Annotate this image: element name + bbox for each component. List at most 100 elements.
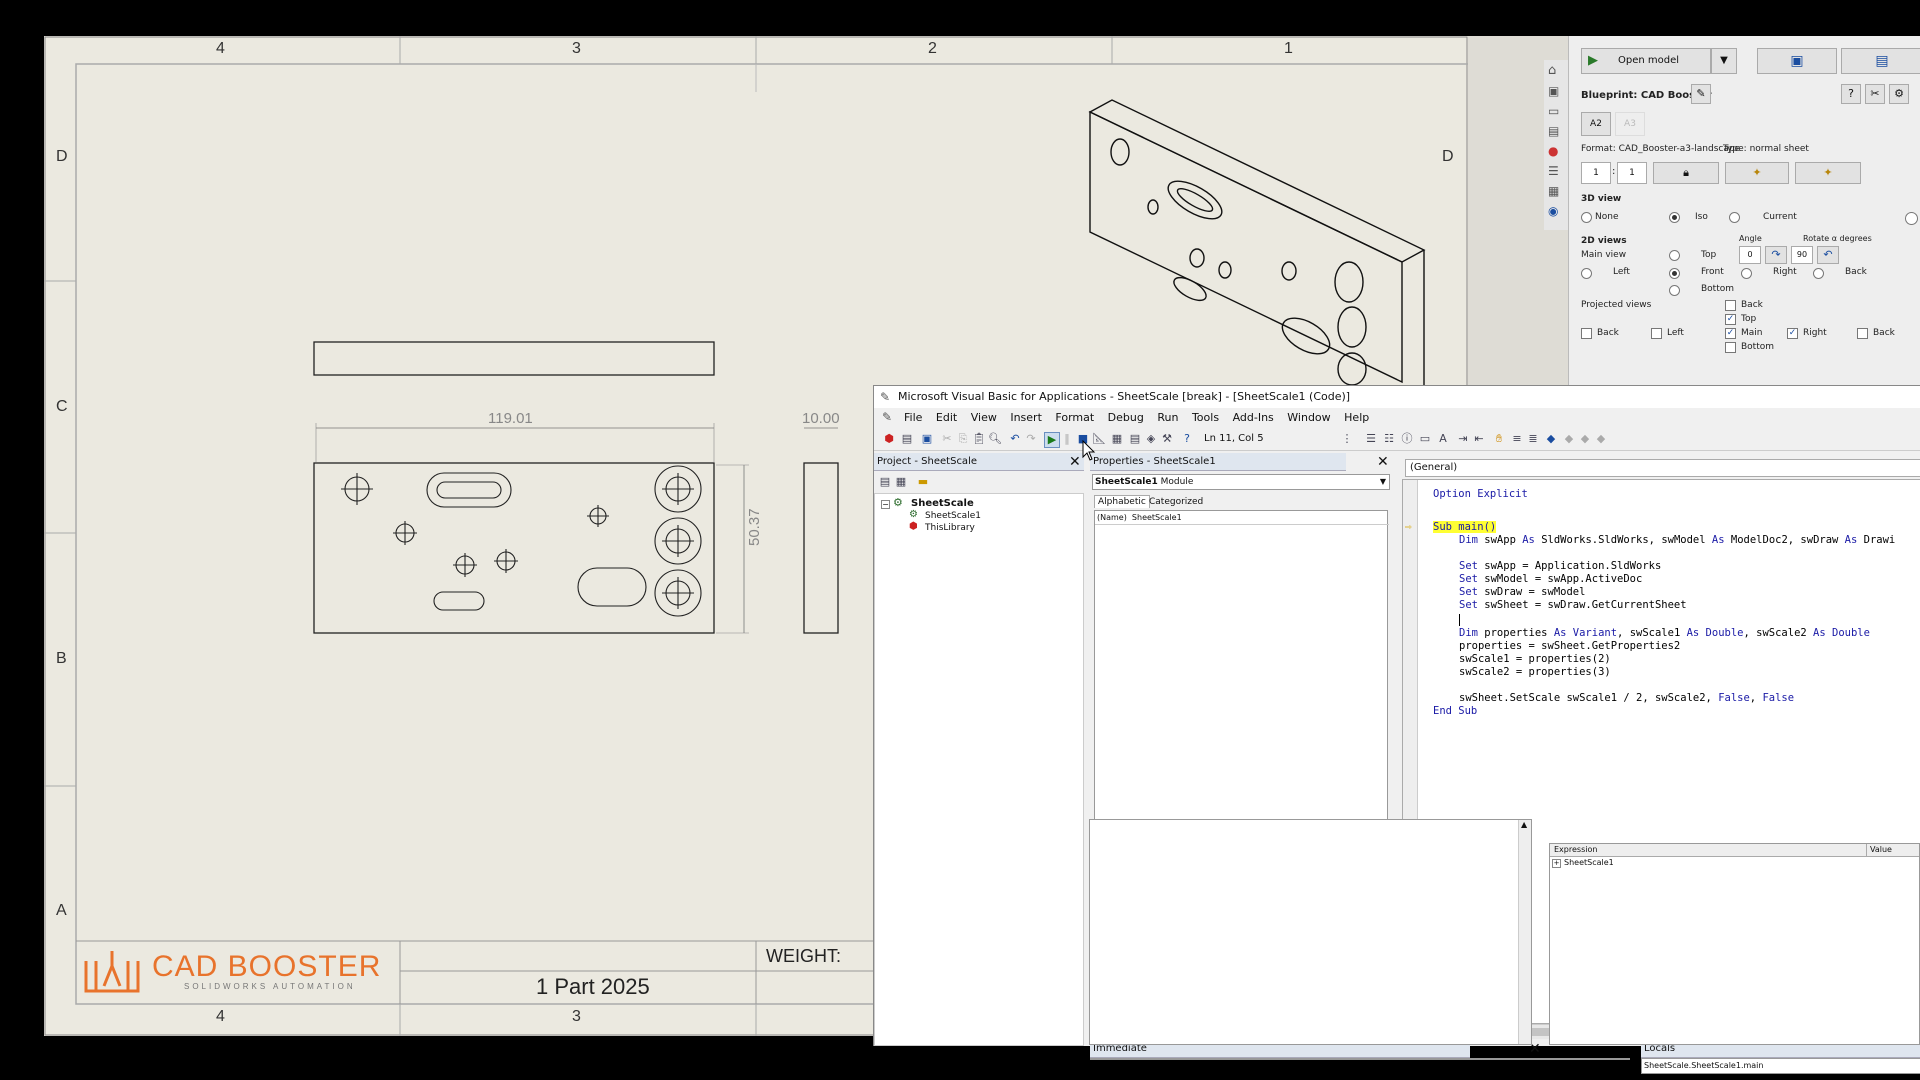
- toggle-bookmark-icon[interactable]: ◆: [1544, 432, 1558, 446]
- dimension-height[interactable]: 50.37: [746, 508, 763, 546]
- view-top-radio[interactable]: [1669, 250, 1680, 261]
- immediate-vscrollbar[interactable]: ▲: [1518, 820, 1531, 1044]
- menu-help[interactable]: Help: [1344, 411, 1369, 424]
- proj-left-checkbox[interactable]: [1651, 328, 1662, 339]
- props-tab-categorized[interactable]: Categorized: [1146, 496, 1206, 508]
- view3d-iso-radio[interactable]: [1669, 212, 1680, 223]
- view3d-current-radio[interactable]: [1729, 212, 1740, 223]
- cad-booster-tab-icon[interactable]: ◉: [1548, 204, 1562, 218]
- comment-block-icon[interactable]: ≡: [1510, 432, 1524, 446]
- code-object-select[interactable]: (General): [1405, 459, 1920, 477]
- scale-numerator-input[interactable]: 1: [1581, 162, 1611, 184]
- size-a2-button[interactable]: A2: [1581, 112, 1611, 136]
- toolbox-icon[interactable]: ⚒: [1160, 432, 1174, 446]
- export-button[interactable]: ▤: [1841, 48, 1920, 74]
- tools-icon[interactable]: ✂: [1865, 84, 1885, 104]
- proj-back-top-checkbox[interactable]: [1725, 300, 1736, 311]
- menu-add-ins[interactable]: Add-Ins: [1233, 411, 1274, 424]
- library-icon[interactable]: ▤: [1548, 124, 1562, 138]
- copy-icon[interactable]: ⎘: [956, 432, 970, 446]
- menu-format[interactable]: Format: [1055, 411, 1094, 424]
- collapse-icon[interactable]: [1905, 212, 1918, 225]
- immediate-window-body[interactable]: ▲: [1089, 819, 1532, 1045]
- rotate-left-button[interactable]: ↷: [1765, 246, 1787, 264]
- locals-expand-icon[interactable]: +: [1552, 859, 1561, 868]
- rotate-right-button[interactable]: ↶: [1817, 246, 1839, 264]
- view-left-radio[interactable]: [1581, 268, 1592, 279]
- properties-object-select[interactable]: SheetScale1 Module ▼: [1092, 474, 1390, 490]
- proj-right-checkbox[interactable]: ✓: [1787, 328, 1798, 339]
- toolbar-grip-icon[interactable]: ⋮: [1340, 432, 1354, 446]
- view-back-radio[interactable]: [1813, 268, 1824, 279]
- lock-scale-button[interactable]: 🔒︎: [1653, 162, 1719, 184]
- save-icon[interactable]: ▣: [920, 432, 934, 446]
- object-browser-icon[interactable]: ◈: [1144, 432, 1158, 446]
- tree-root-label[interactable]: SheetScale: [911, 498, 974, 509]
- props-row-name[interactable]: (Name) SheetScale1: [1095, 511, 1389, 525]
- parameter-info-icon[interactable]: ▭: [1418, 432, 1432, 446]
- menu-run[interactable]: Run: [1157, 411, 1178, 424]
- view-object-icon[interactable]: ▦: [894, 475, 908, 489]
- help-icon[interactable]: ?: [1841, 84, 1861, 104]
- edit-blueprint-icon[interactable]: ✎: [1691, 84, 1711, 104]
- properties-icon[interactable]: ☰: [1548, 164, 1562, 178]
- outdent-icon[interactable]: ⇤: [1472, 432, 1486, 446]
- rotate-input[interactable]: 90: [1791, 246, 1813, 264]
- run-icon[interactable]: ▶: [1044, 432, 1060, 448]
- next-bookmark-icon[interactable]: ◆: [1562, 432, 1576, 446]
- proj-main-checkbox[interactable]: ✓: [1725, 328, 1736, 339]
- parts-icon[interactable]: ▣: [1548, 84, 1562, 98]
- settings-icon[interactable]: ⚙: [1889, 84, 1909, 104]
- insert-module-icon[interactable]: ▤: [900, 432, 914, 446]
- menu-edit[interactable]: Edit: [936, 411, 957, 424]
- view-code-icon[interactable]: ▤: [878, 475, 892, 489]
- forum-icon[interactable]: ▦: [1548, 184, 1562, 198]
- home-icon[interactable]: ⌂: [1548, 64, 1562, 78]
- scroll-up-icon[interactable]: ▲: [1521, 820, 1527, 829]
- menu-debug[interactable]: Debug: [1108, 411, 1144, 424]
- indent-icon[interactable]: ⇥: [1456, 432, 1470, 446]
- proj-back-left-checkbox[interactable]: [1581, 328, 1592, 339]
- tree-expander-icon[interactable]: −: [881, 500, 890, 509]
- open-model-dropdown[interactable]: ▼: [1711, 48, 1737, 74]
- list-constants-icon[interactable]: ☷: [1382, 432, 1396, 446]
- tree-child-sheetscale1[interactable]: SheetScale1: [925, 511, 981, 521]
- angle-input[interactable]: 0: [1739, 246, 1761, 264]
- cut-icon[interactable]: ✂: [940, 432, 954, 446]
- project-close-icon[interactable]: ✕: [1069, 455, 1081, 469]
- break-icon[interactable]: ‖: [1060, 432, 1074, 446]
- menu-tools[interactable]: Tools: [1192, 411, 1219, 424]
- dimension-thickness[interactable]: 10.00: [802, 410, 840, 427]
- size-a3-button[interactable]: A3: [1615, 112, 1645, 136]
- view3d-none-radio[interactable]: [1581, 212, 1592, 223]
- properties-window-icon[interactable]: ▤: [1128, 432, 1142, 446]
- menu-window[interactable]: Window: [1287, 411, 1330, 424]
- uncomment-block-icon[interactable]: ≣: [1526, 432, 1540, 446]
- complete-word-icon[interactable]: A: [1436, 432, 1450, 446]
- folder-icon[interactable]: ▭: [1548, 104, 1562, 118]
- tree-child-thislibrary[interactable]: ThisLibrary: [925, 523, 975, 533]
- replace-format-button[interactable]: ✦: [1795, 162, 1861, 184]
- menu-view[interactable]: View: [971, 411, 997, 424]
- solidworks-icon[interactable]: ⬢: [882, 432, 896, 446]
- project-explorer-icon[interactable]: ▦: [1110, 432, 1124, 446]
- locals-col-expression[interactable]: Expression: [1554, 844, 1597, 856]
- update-sheet-button[interactable]: ✦: [1725, 162, 1789, 184]
- find-icon[interactable]: 🔍︎: [988, 432, 1002, 446]
- proj-top-checkbox[interactable]: ✓: [1725, 314, 1736, 325]
- view-front-radio[interactable]: [1669, 268, 1680, 279]
- toggle-folders-icon[interactable]: ▬: [916, 475, 930, 489]
- dimension-width[interactable]: 119.01: [488, 410, 533, 427]
- proj-back-right-checkbox[interactable]: [1857, 328, 1868, 339]
- edit-list-properties-icon[interactable]: ☰: [1364, 432, 1378, 446]
- immediate-window[interactable]: [1090, 1058, 1630, 1060]
- view-right-radio[interactable]: [1741, 268, 1752, 279]
- appearance-icon[interactable]: ●: [1548, 144, 1562, 158]
- locals-col-value[interactable]: Value: [1866, 844, 1892, 856]
- save-drawing-button[interactable]: ▣: [1757, 48, 1837, 74]
- view-bottom-radio[interactable]: [1669, 285, 1680, 296]
- toggle-breakpoint-icon[interactable]: ✋︎: [1492, 432, 1506, 446]
- vba-help-icon[interactable]: ?: [1180, 432, 1194, 446]
- paste-icon[interactable]: 📋︎: [972, 432, 986, 446]
- props-tab-alphabetic[interactable]: Alphabetic: [1094, 495, 1150, 508]
